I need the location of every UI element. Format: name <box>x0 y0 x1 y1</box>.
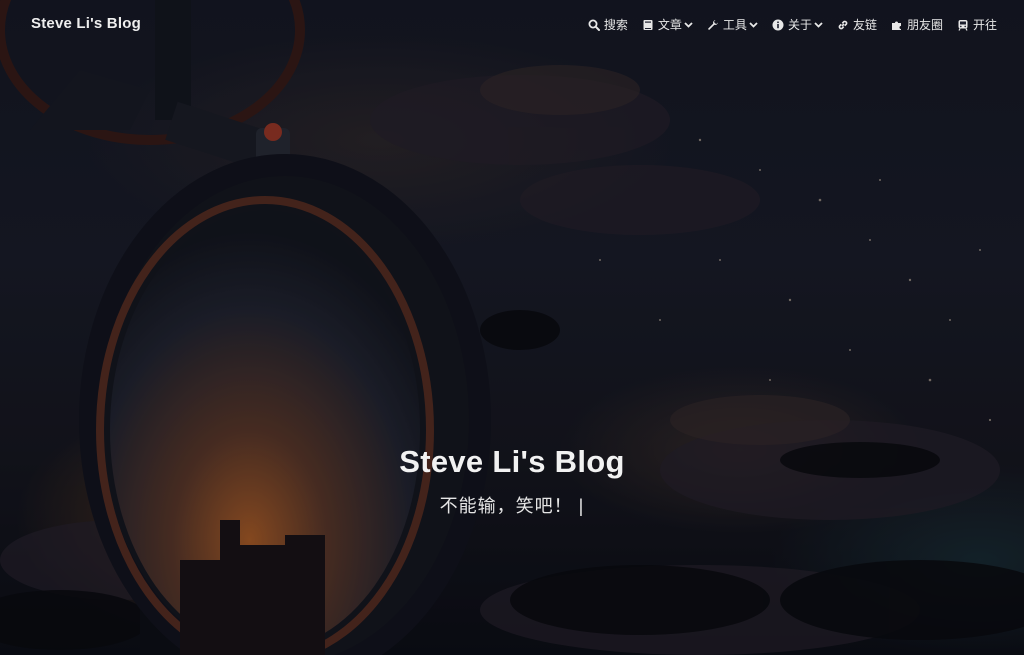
nav-item-label: 关于 <box>787 18 812 32</box>
nav-item-travelling[interactable]: 开往 <box>957 16 997 33</box>
subtitle-text: 不能输，笑吧！ <box>439 496 573 516</box>
chevron-down-icon <box>684 20 693 29</box>
wrench-icon <box>707 19 719 31</box>
navbar: Steve Li's Blog 搜索 文章 工具 关于 友链 朋友圈 开往 <box>0 0 1024 50</box>
info-circle-icon <box>772 19 784 31</box>
chevron-down-icon <box>749 20 758 29</box>
link-icon <box>837 19 849 31</box>
nav-item-label: 友链 <box>852 18 877 32</box>
nav-item-friends-circle[interactable]: 朋友圈 <box>891 16 943 33</box>
nav-item-label: 开往 <box>972 18 997 32</box>
nav-item-articles[interactable]: 文章 <box>642 16 693 33</box>
site-subtitle: 不能输，笑吧！ | <box>0 492 1024 518</box>
puzzle-icon <box>891 19 903 31</box>
hero-text: Steve Li's Blog 不能输，笑吧！ | <box>0 444 1024 518</box>
book-icon <box>642 19 654 31</box>
overlay-dim <box>0 0 1024 655</box>
hero-banner: Steve Li's Blog 搜索 文章 工具 关于 友链 朋友圈 开往 St… <box>0 0 1024 655</box>
chevron-down-icon <box>814 20 823 29</box>
nav-item-label: 文章 <box>657 18 682 32</box>
nav-item-label: 朋友圈 <box>906 18 943 32</box>
nav-item-search[interactable]: 搜索 <box>588 16 628 33</box>
site-brand[interactable]: Steve Li's Blog <box>31 15 141 32</box>
site-title: Steve Li's Blog <box>399 444 625 479</box>
nav-item-links[interactable]: 友链 <box>837 16 877 33</box>
nav-item-label: 工具 <box>722 18 747 32</box>
typing-cursor: | <box>578 496 585 516</box>
search-icon <box>588 19 600 31</box>
nav-item-tools[interactable]: 工具 <box>707 16 758 33</box>
nav-menu: 搜索 文章 工具 关于 友链 朋友圈 开往 <box>588 16 997 33</box>
nav-item-label: 搜索 <box>603 18 628 32</box>
train-icon <box>957 19 969 31</box>
nav-item-about[interactable]: 关于 <box>772 16 823 33</box>
